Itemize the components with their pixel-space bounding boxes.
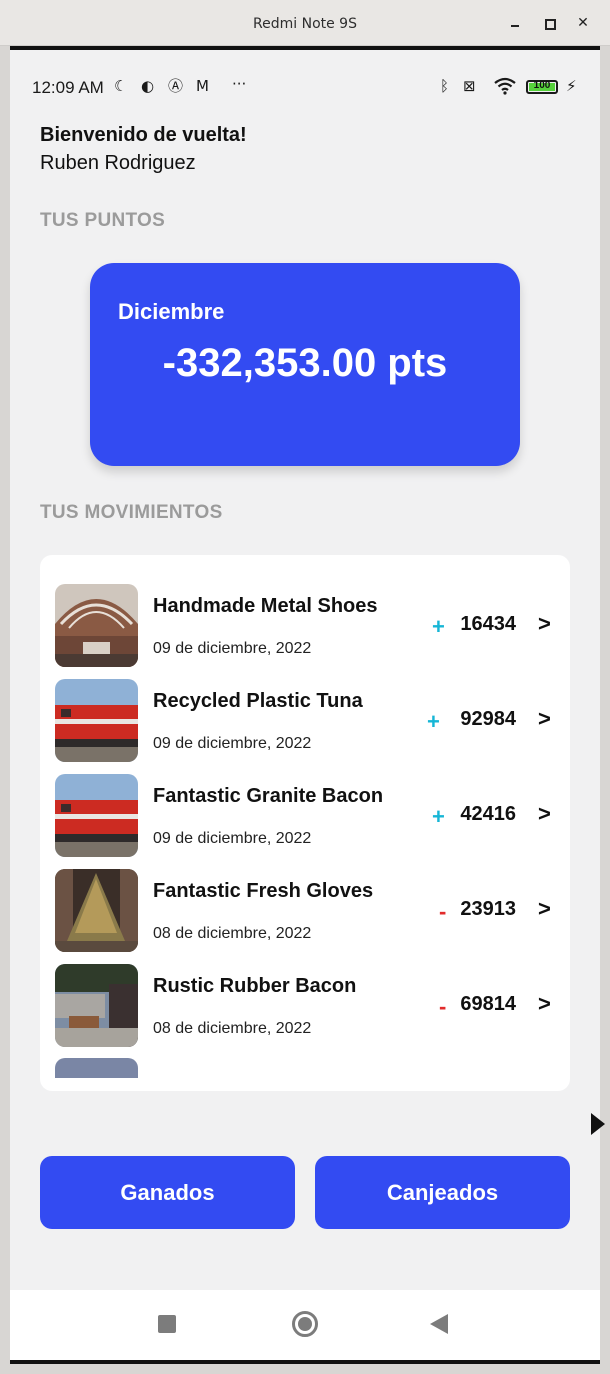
movement-item[interactable]: Rustic Rubber Bacon 08 de diciembre, 202… (40, 964, 570, 1054)
chevron-right-icon[interactable]: > (538, 706, 551, 732)
plus-sign-icon: + (432, 804, 445, 829)
points-card: Diciembre -332,353.00 pts (90, 263, 520, 466)
maximize-icon[interactable] (540, 14, 558, 32)
movement-thumbnail (55, 869, 138, 952)
bluetooth-icon: ᛒ (440, 77, 450, 95)
navigation-bar (10, 1290, 600, 1360)
movement-points: 16434 (460, 613, 516, 635)
movement-thumbnail (55, 964, 138, 1047)
movement-title: Handmade Metal Shoes (153, 595, 378, 617)
earned-button[interactable]: Ganados (40, 1156, 295, 1229)
plus-sign-icon: + (432, 614, 445, 639)
movement-item[interactable]: Fantastic Granite Bacon 09 de diciembre,… (40, 774, 570, 864)
movement-points: 69814 (460, 993, 516, 1015)
movement-title: Fantastic Fresh Gloves (153, 880, 374, 902)
movement-item[interactable]: Handmade Metal Shoes 09 de diciembre, 20… (40, 584, 570, 674)
gmail-icon: M (196, 77, 209, 95)
movement-date: 08 de diciembre, 2022 (153, 1020, 312, 1037)
movement-points: 23913 (460, 898, 516, 920)
movement-points: 92984 (460, 708, 516, 730)
points-amount: -332,353.00 pts (162, 341, 448, 385)
home-icon[interactable] (292, 1311, 318, 1337)
points-month: Diciembre (118, 299, 225, 324)
window-titlebar: Redmi Note 9S ✕ (0, 0, 610, 46)
movement-item[interactable]: Fantastic Fresh Gloves 08 de diciembre, … (40, 869, 570, 959)
chevron-right-icon[interactable]: > (538, 896, 551, 922)
battery-icon: 100 (526, 80, 558, 94)
mouse-cursor-icon (591, 1113, 605, 1135)
minus-sign-icon: - (439, 899, 447, 924)
movement-thumbnail (55, 679, 138, 762)
status-bar: 12:09 AM ☾ ◐ Ⓐ M ··· ᛒ ⊠ 100 ⚡ (10, 72, 600, 102)
movement-points: 42416 (460, 803, 516, 825)
vpn-icon: Ⓐ (168, 77, 184, 95)
phone-screen: 12:09 AM ☾ ◐ Ⓐ M ··· ᛒ ⊠ 100 ⚡ Bienvenid… (10, 46, 600, 1364)
redeemed-button[interactable]: Canjeados (315, 1156, 570, 1229)
chevron-right-icon[interactable]: > (538, 611, 551, 637)
plus-sign-icon: + (427, 709, 440, 734)
moon-icon: ☾ (114, 77, 128, 95)
status-time: 12:09 AM (32, 78, 104, 97)
movement-date: 08 de diciembre, 2022 (153, 925, 312, 942)
user-name: Ruben Rodriguez (40, 152, 196, 174)
wifi-icon (493, 76, 517, 96)
minimize-icon[interactable] (506, 14, 524, 32)
movement-title: Recycled Plastic Tuna (153, 690, 363, 712)
charging-icon: ⚡ (566, 77, 577, 95)
close-icon[interactable]: ✕ (574, 14, 592, 32)
chevron-right-icon[interactable]: > (538, 801, 551, 827)
movement-thumbnail (55, 774, 138, 857)
battery-level: 100 (533, 80, 551, 91)
movement-item[interactable]: Recycled Plastic Tuna 09 de diciembre, 2… (40, 679, 570, 769)
movement-date: 09 de diciembre, 2022 (153, 735, 312, 752)
no-sim-icon: ⊠ (463, 77, 476, 95)
welcome-heading: Bienvenido de vuelta! (40, 124, 247, 146)
movements-list[interactable]: Handmade Metal Shoes 09 de diciembre, 20… (40, 555, 570, 1091)
movements-section-label: TUS MOVIMIENTOS (40, 502, 223, 523)
movement-date: 09 de diciembre, 2022 (153, 830, 312, 847)
minus-sign-icon: - (439, 994, 447, 1019)
points-section-label: TUS PUNTOS (40, 210, 166, 231)
more-icon: ··· (232, 75, 247, 93)
movement-title: Rustic Rubber Bacon (153, 975, 357, 997)
emulator-window: Redmi Note 9S ✕ 12:09 AM ☾ ◐ Ⓐ M ··· ᛒ ⊠ (0, 0, 610, 1374)
movement-title: Fantastic Granite Bacon (153, 785, 384, 807)
movement-thumbnail (55, 584, 138, 667)
back-icon[interactable] (430, 1314, 448, 1334)
chevron-right-icon[interactable]: > (538, 991, 551, 1017)
recents-icon[interactable] (158, 1315, 176, 1333)
data-saver-icon: ◐ (141, 77, 155, 95)
movement-thumbnail (55, 1058, 138, 1078)
movement-date: 09 de diciembre, 2022 (153, 640, 312, 657)
